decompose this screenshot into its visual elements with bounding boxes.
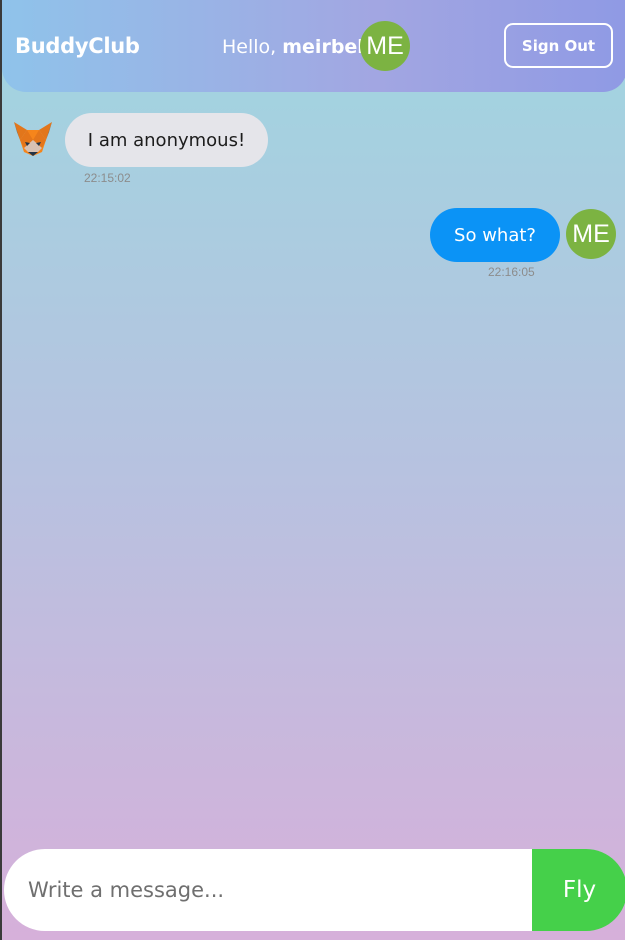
user-avatar-initials: ME xyxy=(366,31,404,60)
greeting-prefix: Hello, xyxy=(222,36,283,58)
chat-app: BuddyClub Hello, meirbek ME Sign Out I a… xyxy=(0,0,625,940)
username: meirbek xyxy=(282,36,370,58)
greeting: Hello, meirbek xyxy=(222,36,370,58)
header-bar: BuddyClub Hello, meirbek ME Sign Out xyxy=(2,0,625,92)
sent-message-bubble: So what? xyxy=(430,208,560,262)
message-composer: Fly xyxy=(4,849,625,931)
sender-avatar-initials: ME xyxy=(572,219,610,248)
brand-title[interactable]: BuddyClub xyxy=(15,34,140,58)
sent-message-time: 22:16:05 xyxy=(488,265,535,279)
received-message-bubble: I am anonymous! xyxy=(65,113,268,167)
sender-avatar: ME xyxy=(566,209,616,259)
sign-out-button[interactable]: Sign Out xyxy=(504,23,613,68)
message-input[interactable] xyxy=(4,849,532,931)
user-avatar: ME xyxy=(360,21,410,71)
send-button[interactable]: Fly xyxy=(532,849,625,931)
fox-icon xyxy=(12,118,54,160)
received-message-time: 22:15:02 xyxy=(84,171,131,185)
